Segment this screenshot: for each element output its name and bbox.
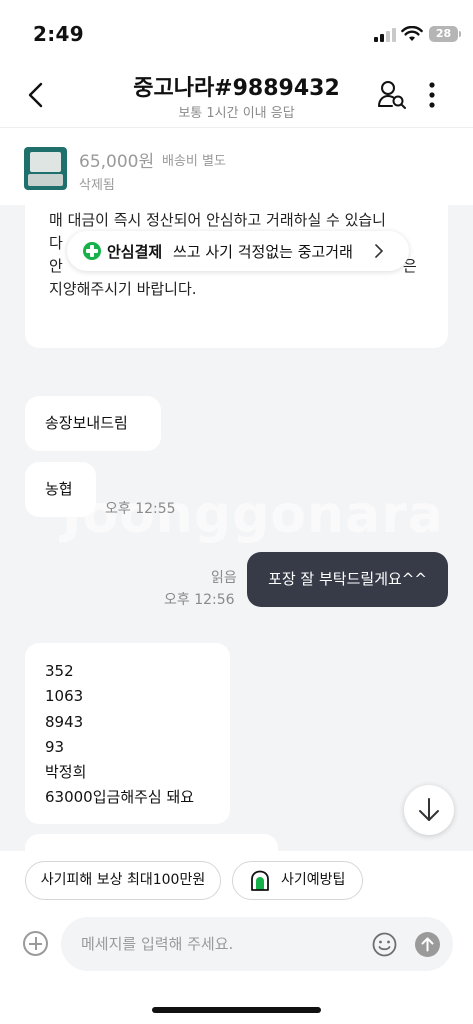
message-composer <box>0 910 473 1024</box>
message-line: 63000입금해주심 돼요 <box>45 788 195 807</box>
message-line: 352 <box>45 662 74 680</box>
chat-messages[interactable]: Joonggonara 매 대금이 즉시 정산되어 안심하고 거래하실 수 있습… <box>0 205 473 851</box>
message-bubble-incoming: 352 1063 8943 93 박정희 63000입금해주심 돼요 <box>25 643 230 824</box>
chevron-right-icon <box>375 244 383 258</box>
read-receipt: 읽음 <box>211 570 237 586</box>
message-line: 박정희 <box>45 763 87 782</box>
safe-payment-label: 안심결제 <box>107 243 163 261</box>
message-timestamp: 오후 12:55 <box>105 501 176 517</box>
safe-payment-banner[interactable]: 안심결제 쓰고 사기 걱정없는 중고거래 <box>67 231 409 271</box>
safe-payment-text: 쓰고 사기 걱정없는 중고거래 <box>173 243 353 261</box>
notice-line: 지양해주시기 바랍니다. <box>49 280 197 298</box>
arrow-down-icon <box>419 798 439 821</box>
message-bubble-outgoing: 포장 잘 부탁드릴게요^^ <box>247 552 448 607</box>
chat-header: 중고나라#9889432 보통 1시간 이내 응답 <box>0 62 473 128</box>
message-timestamp: 오후 12:56 <box>164 592 235 608</box>
plus-circle-icon <box>83 242 101 260</box>
status-time: 2:49 <box>33 22 84 46</box>
scroll-to-bottom-button[interactable] <box>404 785 454 835</box>
cellular-signal-icon <box>374 28 398 42</box>
product-thumbnail <box>24 147 67 190</box>
notice-line: 매 대금이 즉시 정산되어 안심하고 거래하실 수 있습니 <box>49 211 386 229</box>
fraud-prevention-chip[interactable]: 사기예방팁 <box>232 861 363 900</box>
wifi-icon <box>401 26 423 41</box>
message-bubble-incoming: 송장보내드림 <box>25 396 161 451</box>
more-options-button[interactable] <box>422 79 442 111</box>
fraud-compensation-chip[interactable]: 사기피해 보상 최대100만원 <box>25 861 221 900</box>
home-indicator <box>152 1007 321 1013</box>
message-line: 93 <box>45 737 65 756</box>
battery-indicator: 28 <box>429 26 458 42</box>
message-input[interactable] <box>81 917 361 971</box>
message-input-box <box>61 917 453 971</box>
emoji-icon[interactable] <box>372 932 397 957</box>
add-attachment-button[interactable] <box>23 931 48 956</box>
fraud-prevention-label: 사기예방팁 <box>281 872 346 888</box>
shipping-label: 배송비 별도 <box>162 154 226 169</box>
shield-check-icon <box>251 870 269 891</box>
quick-chips: 사기피해 보상 최대100만원 사기예방팁 <box>0 851 473 910</box>
user-search-icon <box>378 81 406 109</box>
battery-cap <box>459 31 461 37</box>
profile-button[interactable] <box>376 79 408 111</box>
arrow-up-icon <box>421 937 434 952</box>
message-bubble-incoming-partial <box>25 834 278 851</box>
message-line: 1063 <box>45 687 84 706</box>
more-vertical-icon <box>429 82 435 108</box>
product-status: 삭제됨 <box>79 178 115 193</box>
notice-message: 매 대금이 즉시 정산되어 안심하고 거래하실 수 있습니 다 안 지양해주시기… <box>25 205 448 348</box>
send-button[interactable] <box>415 932 440 957</box>
status-bar: 2:49 28 <box>0 0 473 62</box>
message-bubble-incoming: 농협 <box>25 462 96 517</box>
message-line: 8943 <box>45 712 84 731</box>
product-summary[interactable]: 65,000원 배송비 별도 삭제됨 <box>0 129 473 205</box>
product-price: 65,000원 <box>79 152 155 172</box>
